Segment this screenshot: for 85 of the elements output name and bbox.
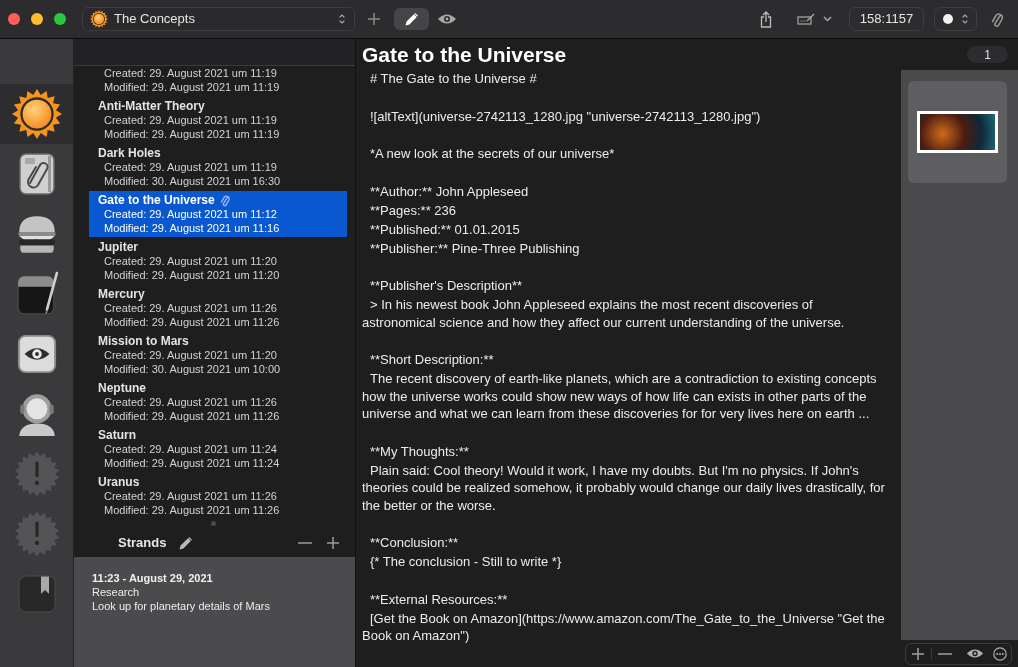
note-title: Jupiter <box>98 240 138 254</box>
sun-icon <box>11 89 62 139</box>
collection-dropdown[interactable]: The Concepts <box>82 7 355 31</box>
note-item[interactable]: Gate to the Universe Created: 29. August 2021 um 11:12 Modified: 29. August 2021 um 11:16 <box>89 191 347 237</box>
created-date: Created: 29. August 2021 um 11:19 <box>103 113 277 127</box>
note-title: Anti-Matter Theory <box>98 99 205 113</box>
markdown-text: **Pages:** 236 <box>369 201 457 219</box>
cursor-position-field: 158:1157 <box>849 7 924 31</box>
markdown-text: # The Gate to the Universe # <box>369 70 538 88</box>
note-title: Dark Holes <box>98 146 161 160</box>
note-title: Mission to Mars <box>98 334 189 348</box>
chevron-down-icon[interactable] <box>823 16 832 22</box>
modified-date: Modified: 29. August 2021 um 11:16 <box>103 221 280 235</box>
created-date: Created: 29. August 2021 um 11:26 <box>103 395 277 409</box>
markdown-text: **Publisher:** Pine-Three Publishing <box>369 239 581 257</box>
eye-tile-icon <box>15 333 58 375</box>
markdown-text: **Author:** John Appleseed <box>369 182 530 200</box>
add-icon[interactable] <box>367 12 381 26</box>
add-icon[interactable] <box>911 646 925 661</box>
updown-chevron-icon <box>960 13 969 25</box>
remove-icon[interactable] <box>938 652 952 655</box>
attachment-count: 1 <box>967 46 1008 63</box>
updown-chevron-icon <box>338 13 346 25</box>
note-title: Mercury <box>98 287 145 301</box>
note-heading: Gate to the Universe <box>362 41 567 68</box>
color-picker[interactable] <box>934 7 977 31</box>
strands-title: Strands <box>118 533 167 552</box>
created-date: Created: 29. August 2021 um 11:19 <box>103 66 277 80</box>
remove-icon[interactable] <box>298 541 312 544</box>
created-date: Created: 29. August 2021 um 11:19 <box>103 160 277 174</box>
modified-date: Modified: 29. August 2021 um 11:26 <box>103 315 280 329</box>
attachment-card[interactable] <box>908 81 1007 183</box>
markdown-text: **Short Description:** <box>369 351 495 369</box>
alert-badge-icon <box>13 451 60 497</box>
markdown-text: **My Thoughts:** <box>369 442 470 460</box>
pencil-icon <box>403 11 420 27</box>
created-date: Created: 29. August 2021 um 11:26 <box>103 489 277 503</box>
created-date: Created: 29. August 2021 um 11:12 <box>103 207 277 221</box>
scroll-indicator <box>211 521 216 526</box>
created-date: Created: 29. August 2021 um 11:20 <box>103 348 277 362</box>
markdown-text: **Published:** 01.01.2015 <box>369 220 521 238</box>
markdown-text: **Publisher's Description** <box>369 277 524 295</box>
edit-mode-button[interactable] <box>394 8 429 30</box>
minimize-button[interactable] <box>31 13 43 25</box>
markdown-text: [Get the Book on Amazon](https://www.amazon.com/The_Gate_to_the_Universe "Get the Book on Amazon") <box>362 609 886 645</box>
strand-category: Research <box>92 585 140 599</box>
zoom-button[interactable] <box>54 13 66 25</box>
markdown-text: ![altText](universe-2742113_1280.jpg "universe-2742113_1280.jpg") <box>369 107 762 125</box>
markdown-text: {* The conclusion - Still to write *} <box>369 553 563 571</box>
modified-date: Modified: 30. August 2021 um 10:00 <box>103 362 281 376</box>
note-title: Neptune <box>98 381 146 395</box>
more-icon[interactable] <box>993 646 1007 661</box>
note-title: Uranus <box>98 475 140 489</box>
modified-date: Modified: 29. August 2021 um 11:24 <box>103 456 280 470</box>
markdown-text: > In his newest book John Appleseed explains the most recent discoveries of astronomical science and how they affect our current understanding of the universe. <box>362 296 846 331</box>
note-title: Gate to the Universe <box>98 193 215 207</box>
modified-date: Modified: 29. August 2021 um 11:19 <box>103 80 280 94</box>
markdown-text: The recent discovery of earth-like planets, which are a contradiction to existing concepts how the universe works could show new ways of how life can exists in other parts of the universe and what we can learn from these discoveries for for very lives here on earth ... <box>362 370 878 423</box>
markdown-text: **Conclusion:** <box>369 534 460 552</box>
pencil-icon[interactable] <box>178 534 195 551</box>
markdown-text: **External Resources:** <box>369 590 509 608</box>
eye-icon[interactable] <box>966 648 984 659</box>
created-date: Created: 29. August 2021 um 11:24 <box>103 442 277 456</box>
add-icon[interactable] <box>326 535 340 550</box>
markdown-text: Plain said: Cool theory! Would it work, I have my doubts. But I'm no physics. If John's theories could be realized somehow, it probably would change our daily lives drastically, for the better or the worse. <box>362 461 886 514</box>
created-date: Created: 29. August 2021 um 11:20 <box>103 254 277 268</box>
modified-date: Modified: 29. August 2021 um 11:19 <box>103 127 280 141</box>
text-field-pen-icon[interactable] <box>797 13 815 25</box>
created-date: Created: 29. August 2021 um 11:26 <box>103 301 277 315</box>
markdown-text: *A new look at the secrets of our universe* <box>369 145 616 163</box>
color-dot-icon <box>942 14 953 24</box>
sun-icon <box>90 10 108 28</box>
note-title: Saturn <box>98 428 136 442</box>
share-icon[interactable] <box>760 10 772 28</box>
paperclip-icon[interactable] <box>991 10 1003 28</box>
alert-badge-icon <box>13 511 60 557</box>
modified-date: Modified: 29. August 2021 um 11:20 <box>103 268 280 282</box>
eye-icon <box>437 13 457 25</box>
strand-time: 11:23 - August 29, 2021 <box>92 571 213 585</box>
strand-note: Look up for planetary details of Mars <box>92 599 270 613</box>
modified-date: Modified: 30. August 2021 um 16:30 <box>103 174 281 188</box>
modified-date: Modified: 29. August 2021 um 11:26 <box>103 409 280 423</box>
modified-date: Modified: 29. August 2021 um 11:26 <box>103 503 280 517</box>
close-button[interactable] <box>8 13 20 25</box>
collection-button[interactable] <box>0 84 73 144</box>
